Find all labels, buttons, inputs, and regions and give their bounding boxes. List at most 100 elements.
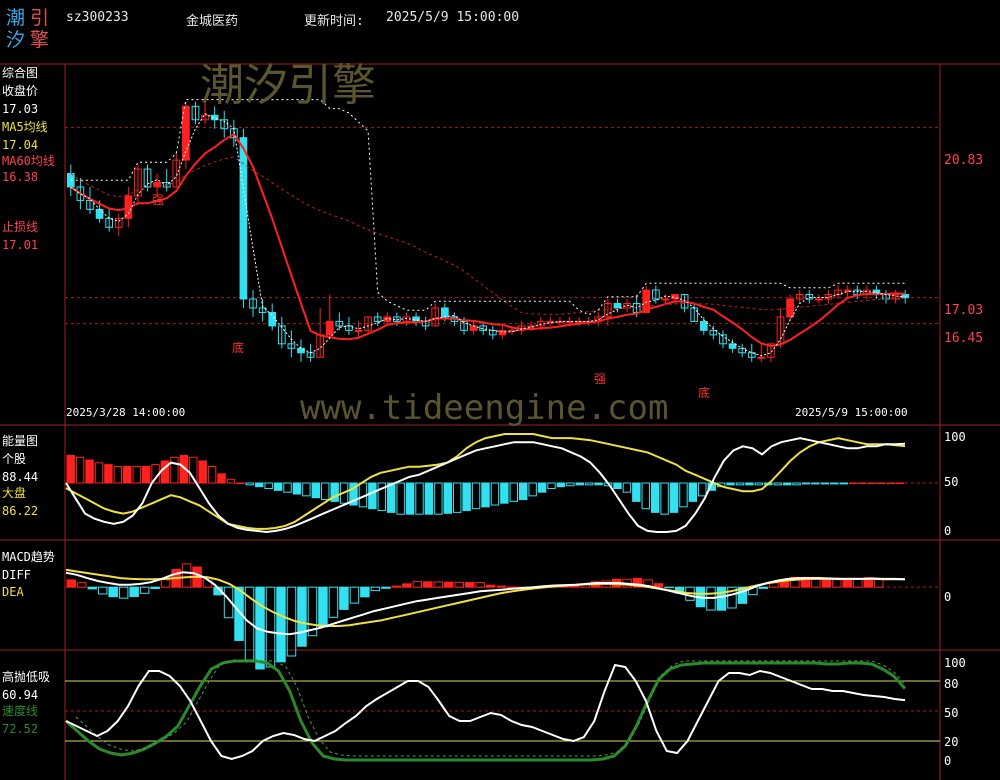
energy-bar xyxy=(481,482,490,508)
macd-bar xyxy=(66,579,76,588)
energy-bar xyxy=(311,482,321,499)
energy-bar xyxy=(584,482,594,486)
macd-bar xyxy=(391,585,402,588)
energy-bar xyxy=(415,482,424,515)
energy-bar xyxy=(198,460,207,484)
energy-bar xyxy=(801,482,811,485)
energy-bar xyxy=(896,482,905,484)
energy-bar xyxy=(283,482,292,493)
watermark-url: www.tideengine.com xyxy=(300,388,668,428)
energy-bar xyxy=(556,482,566,488)
candle-body xyxy=(143,168,152,188)
macd-bar xyxy=(412,581,423,588)
energy-bar xyxy=(509,482,518,502)
main-tick-low: 16.45 xyxy=(944,331,984,346)
candle-body xyxy=(440,307,449,318)
macd-bar xyxy=(444,581,454,588)
watermark-text: 潮汐引擎 xyxy=(200,60,376,111)
energy-bar xyxy=(85,459,94,484)
osc-tick-100: 100 xyxy=(944,656,966,670)
energy-bar xyxy=(490,482,500,506)
ma60-line xyxy=(70,156,906,315)
macd-bar xyxy=(150,586,160,589)
macd-bar xyxy=(108,586,118,598)
energy-bar xyxy=(745,482,754,486)
energy-bar xyxy=(434,482,443,515)
macd-bar xyxy=(76,582,87,588)
chart-stage: 潮 引 汐 擎 sz300233 金城医药 更新时间: 2025/5/9 15:… xyxy=(0,0,1000,780)
energy-bar xyxy=(792,482,801,486)
candle-body xyxy=(249,298,257,309)
energy-bar xyxy=(217,473,226,484)
date-left: 2025/3/28 14:00:00 xyxy=(66,406,186,419)
energy-bar xyxy=(226,478,236,484)
osc-title: 高抛低吸 xyxy=(2,670,51,684)
energy-bar xyxy=(141,465,151,484)
energy-bar xyxy=(669,482,679,513)
macd-bar xyxy=(276,586,286,663)
macd-diff-label: DIFF xyxy=(2,568,31,582)
macd-bar xyxy=(318,586,328,628)
stop-line xyxy=(70,99,906,316)
candle-body xyxy=(201,114,209,121)
energy-bar xyxy=(500,482,509,504)
energy-bar xyxy=(471,482,481,510)
energy-bar xyxy=(650,482,660,513)
stop-value: 17.01 xyxy=(2,238,39,252)
ma60-value: 16.38 xyxy=(2,170,39,184)
candle-body xyxy=(757,356,766,359)
candle-body xyxy=(335,320,344,327)
candle-body xyxy=(268,311,277,327)
energy-bar xyxy=(613,482,622,490)
energy-bar xyxy=(368,482,377,510)
energy-bar xyxy=(811,482,820,485)
energy-bar xyxy=(236,482,245,484)
macd-bar xyxy=(853,578,863,588)
macd-bar xyxy=(475,582,486,588)
energy-bar xyxy=(632,482,641,502)
candle-body xyxy=(95,208,104,219)
candle-body xyxy=(325,320,334,336)
energy-bar xyxy=(867,482,877,484)
macd-bar xyxy=(423,581,433,588)
macd-bar xyxy=(297,586,307,647)
energy-bar xyxy=(132,465,141,484)
candle-body xyxy=(431,307,440,327)
energy-bar xyxy=(207,465,217,484)
candle-body xyxy=(402,316,411,322)
energy-bar xyxy=(170,456,179,484)
close-label: 收盘价 xyxy=(2,84,39,98)
energy-bar xyxy=(113,465,123,484)
energy-bar xyxy=(66,454,75,484)
macd-bar xyxy=(832,579,842,588)
date-right: 2025/5/9 15:00:00 xyxy=(795,406,908,419)
macd-dea-label: DEA xyxy=(2,585,24,599)
macd-bar xyxy=(360,586,370,598)
macd-bar xyxy=(87,586,97,590)
macd-bar xyxy=(664,586,674,589)
macd-bar xyxy=(97,586,108,595)
macd-bar xyxy=(381,586,391,589)
energy-bar xyxy=(292,482,302,495)
candle-body xyxy=(354,329,363,332)
energy-bar xyxy=(679,482,688,508)
candle-body xyxy=(728,343,737,349)
candle-body xyxy=(690,307,699,322)
chart-svg: 潮汐引擎 www.tideengine.com xyxy=(0,60,1000,780)
energy-bar xyxy=(255,482,264,488)
candle-body xyxy=(287,343,296,349)
macd-bar xyxy=(465,581,475,588)
energy-stock-label: 个股 xyxy=(2,452,27,466)
energy-bar xyxy=(688,482,698,502)
energy-bar xyxy=(594,482,603,486)
candle-body xyxy=(86,199,94,210)
energy-bar xyxy=(735,482,745,486)
candle-body xyxy=(901,294,910,299)
energy-bar xyxy=(698,482,707,497)
macd-bar xyxy=(454,581,465,588)
energy-bar xyxy=(75,456,85,484)
energy-bar xyxy=(547,482,556,490)
macd-bar xyxy=(265,586,276,668)
candle-body xyxy=(364,316,372,331)
candle-body xyxy=(651,289,660,300)
